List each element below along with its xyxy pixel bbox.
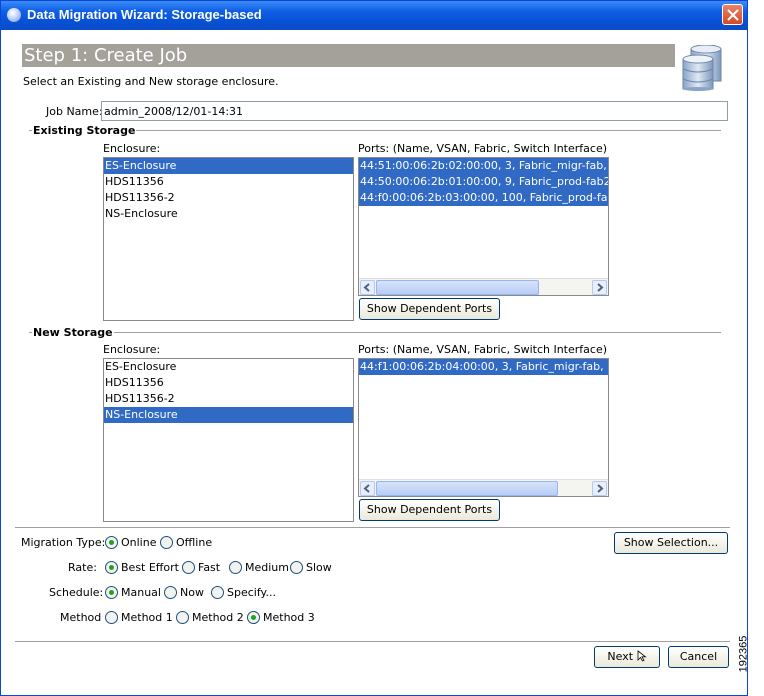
- chevron-left-icon: [363, 283, 370, 292]
- radio-button-icon: [176, 611, 189, 624]
- scrollbar-thumb[interactable]: [376, 280, 539, 295]
- figure-code-text: 192365: [737, 635, 750, 673]
- new-enclosure-label: Enclosure:: [103, 343, 161, 356]
- chevron-right-icon: [597, 484, 604, 493]
- new-ports-label: Ports: (Name, VSAN, Fabric, Switch Inter…: [358, 343, 607, 356]
- next-button[interactable]: Next: [594, 646, 660, 668]
- schedule-label: Schedule:: [49, 586, 104, 599]
- radio-button-icon: [105, 611, 118, 624]
- close-icon: [727, 9, 739, 21]
- scrollbar-thumb[interactable]: [376, 481, 558, 496]
- list-item[interactable]: HDS11356-2: [104, 391, 353, 407]
- list-item[interactable]: NS-Enclosure: [104, 407, 353, 423]
- radio-button-icon: [105, 536, 118, 549]
- radio-button-icon: [211, 586, 224, 599]
- radio-label: Fast: [198, 561, 221, 574]
- window-app-icon: [7, 8, 21, 22]
- list-item[interactable]: HDS11356-2: [104, 190, 353, 206]
- list-item[interactable]: 44:f1:00:06:2b:04:00:00, 3, Fabric_migr-…: [359, 359, 608, 375]
- radio-label: Slow: [306, 561, 332, 574]
- list-item[interactable]: 44:f0:00:06:2b:03:00:00, 100, Fabric_pro…: [359, 190, 608, 206]
- footer-separator: [15, 641, 730, 642]
- window-title: Data Migration Wizard: Storage-based: [27, 7, 262, 22]
- show-selection-button[interactable]: Show Selection...: [614, 532, 728, 554]
- radio-fast[interactable]: Fast: [182, 561, 220, 575]
- radio-method-1[interactable]: Method 1: [105, 611, 173, 625]
- scroll-right-button[interactable]: [592, 280, 607, 295]
- existing-storage-title: Existing Storage: [32, 124, 137, 137]
- radio-manual[interactable]: Manual: [105, 586, 161, 600]
- radio-button-icon: [290, 561, 303, 574]
- radio-label: Medium: [245, 561, 289, 574]
- radio-medium[interactable]: Medium: [229, 561, 289, 575]
- radio-button-icon: [182, 561, 195, 574]
- radio-button-icon: [247, 611, 260, 624]
- radio-slow[interactable]: Slow: [290, 561, 332, 575]
- step-subtitle: Select an Existing and New storage enclo…: [23, 75, 279, 88]
- title-bar[interactable]: Data Migration Wizard: Storage-based: [1, 1, 747, 30]
- new-show-dependent-ports-button[interactable]: Show Dependent Ports: [359, 499, 500, 521]
- list-item[interactable]: 44:51:00:06:2b:02:00:00, 3, Fabric_migr-…: [359, 158, 608, 174]
- method-label: Method: [60, 611, 102, 624]
- list-item[interactable]: ES-Enclosure: [104, 359, 353, 375]
- existing-enclosure-list[interactable]: ES-Enclosure HDS11356 HDS11356-2 NS-Encl…: [103, 157, 354, 321]
- radio-label: Best Effort: [121, 561, 179, 574]
- new-enclosure-list[interactable]: ES-Enclosure HDS11356 HDS11356-2 NS-Encl…: [103, 358, 354, 522]
- radio-label: Manual: [121, 586, 161, 599]
- existing-show-dependent-ports-button[interactable]: Show Dependent Ports: [359, 298, 500, 320]
- scroll-left-button[interactable]: [360, 280, 375, 295]
- scroll-left-button[interactable]: [360, 481, 375, 496]
- radio-method-2[interactable]: Method 2: [176, 611, 244, 625]
- cancel-button[interactable]: Cancel: [668, 646, 729, 668]
- existing-enclosure-label: Enclosure:: [103, 142, 161, 155]
- cursor-icon: [637, 650, 647, 662]
- migration-type-label: Migration Type:: [21, 536, 106, 549]
- list-item[interactable]: ES-Enclosure: [104, 158, 353, 174]
- horizontal-scrollbar[interactable]: [359, 479, 608, 496]
- chevron-right-icon: [597, 283, 604, 292]
- radio-offline[interactable]: Offline: [160, 536, 212, 550]
- radio-button-icon: [105, 561, 118, 574]
- horizontal-scrollbar[interactable]: [359, 278, 608, 295]
- radio-button-icon: [164, 586, 177, 599]
- radio-button-icon: [229, 561, 242, 574]
- radio-label: Now: [180, 586, 204, 599]
- radio-best-effort[interactable]: Best Effort: [105, 561, 179, 575]
- radio-label: Specify...: [227, 586, 276, 599]
- radio-label: Offline: [176, 536, 213, 549]
- scroll-right-button[interactable]: [592, 481, 607, 496]
- job-name-field[interactable]: admin_2008/12/01-14:31: [101, 101, 728, 121]
- step-title: Step 1: Create Job: [22, 44, 675, 67]
- radio-online[interactable]: Online: [105, 536, 156, 550]
- chevron-left-icon: [363, 484, 370, 493]
- new-ports-list[interactable]: 44:f1:00:06:2b:04:00:00, 3, Fabric_migr-…: [358, 358, 609, 497]
- new-storage-title: New Storage: [32, 326, 114, 339]
- radio-button-icon: [105, 586, 118, 599]
- list-item[interactable]: NS-Enclosure: [104, 206, 353, 222]
- wizard-window: Data Migration Wizard: Storage-based Ste…: [0, 0, 748, 696]
- new-storage-divider: [29, 332, 721, 333]
- radio-now[interactable]: Now: [164, 586, 204, 600]
- radio-label: Method 3: [263, 611, 315, 624]
- radio-label: Online: [121, 536, 157, 549]
- rate-label: Rate:: [68, 561, 97, 574]
- existing-ports-list[interactable]: 44:51:00:06:2b:02:00:00, 3, Fabric_migr-…: [358, 157, 609, 296]
- existing-ports-label: Ports: (Name, VSAN, Fabric, Switch Inter…: [358, 142, 607, 155]
- close-button[interactable]: [722, 4, 743, 25]
- next-button-label: Next: [607, 650, 634, 663]
- radio-label: Method 1: [121, 611, 173, 624]
- radio-method-3[interactable]: Method 3: [247, 611, 315, 625]
- options-separator: [15, 527, 730, 528]
- figure-code: 192365: [737, 620, 764, 690]
- database-stack-icon: [682, 45, 722, 91]
- list-item[interactable]: HDS11356: [104, 375, 353, 391]
- radio-button-icon: [160, 536, 173, 549]
- list-item[interactable]: HDS11356: [104, 174, 353, 190]
- list-item[interactable]: 44:50:00:06:2b:01:00:00, 9, Fabric_prod-…: [359, 174, 608, 190]
- radio-label: Method 2: [192, 611, 244, 624]
- radio-specify[interactable]: Specify...: [211, 586, 276, 600]
- job-name-label: Job Name:: [46, 105, 103, 118]
